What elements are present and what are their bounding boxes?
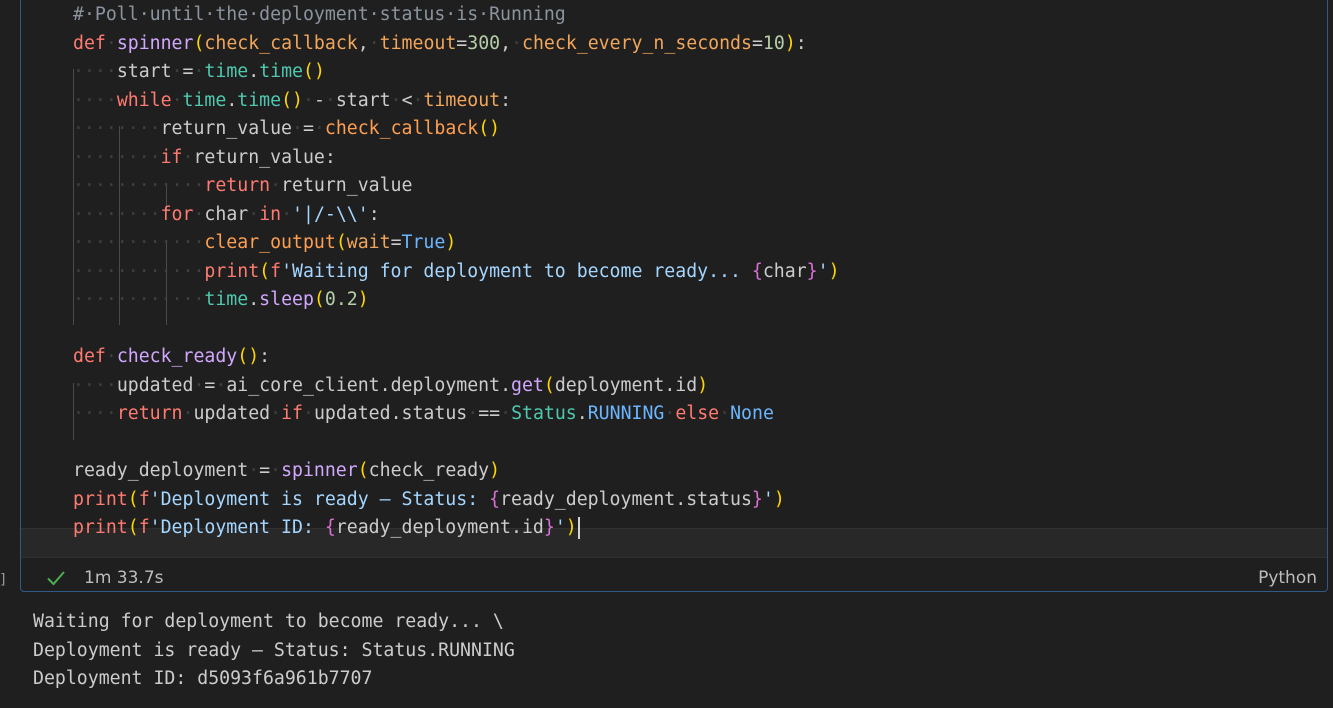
cell-execution-bracket: ]: [0, 572, 6, 588]
code-line[interactable]: #·Poll·until·the·deployment·status·is·Ru…: [73, 1, 566, 29]
cell-output: Waiting for deployment to become ready..…: [33, 608, 515, 694]
code-line[interactable]: ············print(f'Waiting for deployme…: [73, 258, 840, 286]
code-line[interactable]: ····return·updated·if·updated.status·==·…: [73, 400, 774, 428]
code-cell[interactable]: #·Poll·until·the·deployment·status·is·Ru…: [20, 0, 1328, 592]
code-line[interactable]: ········for·char·in·'|/-\\':: [73, 201, 380, 229]
code-line[interactable]: ····start·=·time.time(): [73, 58, 325, 86]
code-line[interactable]: def·check_ready():: [73, 343, 270, 371]
code-line[interactable]: ········if·return_value:: [73, 144, 336, 172]
text-cursor: [577, 517, 580, 539]
code-line[interactable]: def·spinner(check_callback,·timeout=300,…: [73, 30, 807, 58]
code-line[interactable]: print(f'Deployment ID: {ready_deployment…: [73, 514, 580, 542]
execution-time: 1m 33.7s: [84, 568, 164, 588]
code-line[interactable]: print(f'Deployment is ready — Status: {r…: [73, 486, 785, 514]
language-selector[interactable]: Python: [1258, 567, 1317, 589]
code-line[interactable]: ············return·return_value: [73, 172, 412, 200]
code-line[interactable]: ············time.sleep(0.2): [73, 286, 369, 314]
code-line[interactable]: ········return_value·=·check_callback(): [73, 115, 500, 143]
code-line[interactable]: ····updated·=·ai_core_client.deployment.…: [73, 372, 708, 400]
code-line[interactable]: ready_deployment·=·spinner(check_ready): [73, 457, 500, 485]
output-line: Deployment is ready — Status: Status.RUN…: [33, 639, 515, 661]
code-line[interactable]: ············clear_output(wait=True): [73, 229, 456, 257]
code-line[interactable]: ····while·time.time()·-·start·<·timeout:: [73, 87, 511, 115]
output-line: Waiting for deployment to become ready..…: [33, 611, 504, 632]
success-check-icon: [47, 571, 65, 586]
output-line: Deployment ID: d5093f6a961b7707: [33, 668, 373, 689]
cell-status-bar: 1m 33.7s Python: [21, 563, 1327, 593]
code-editor[interactable]: #·Poll·until·the·deployment·status·is·Ru…: [21, 0, 1327, 563]
